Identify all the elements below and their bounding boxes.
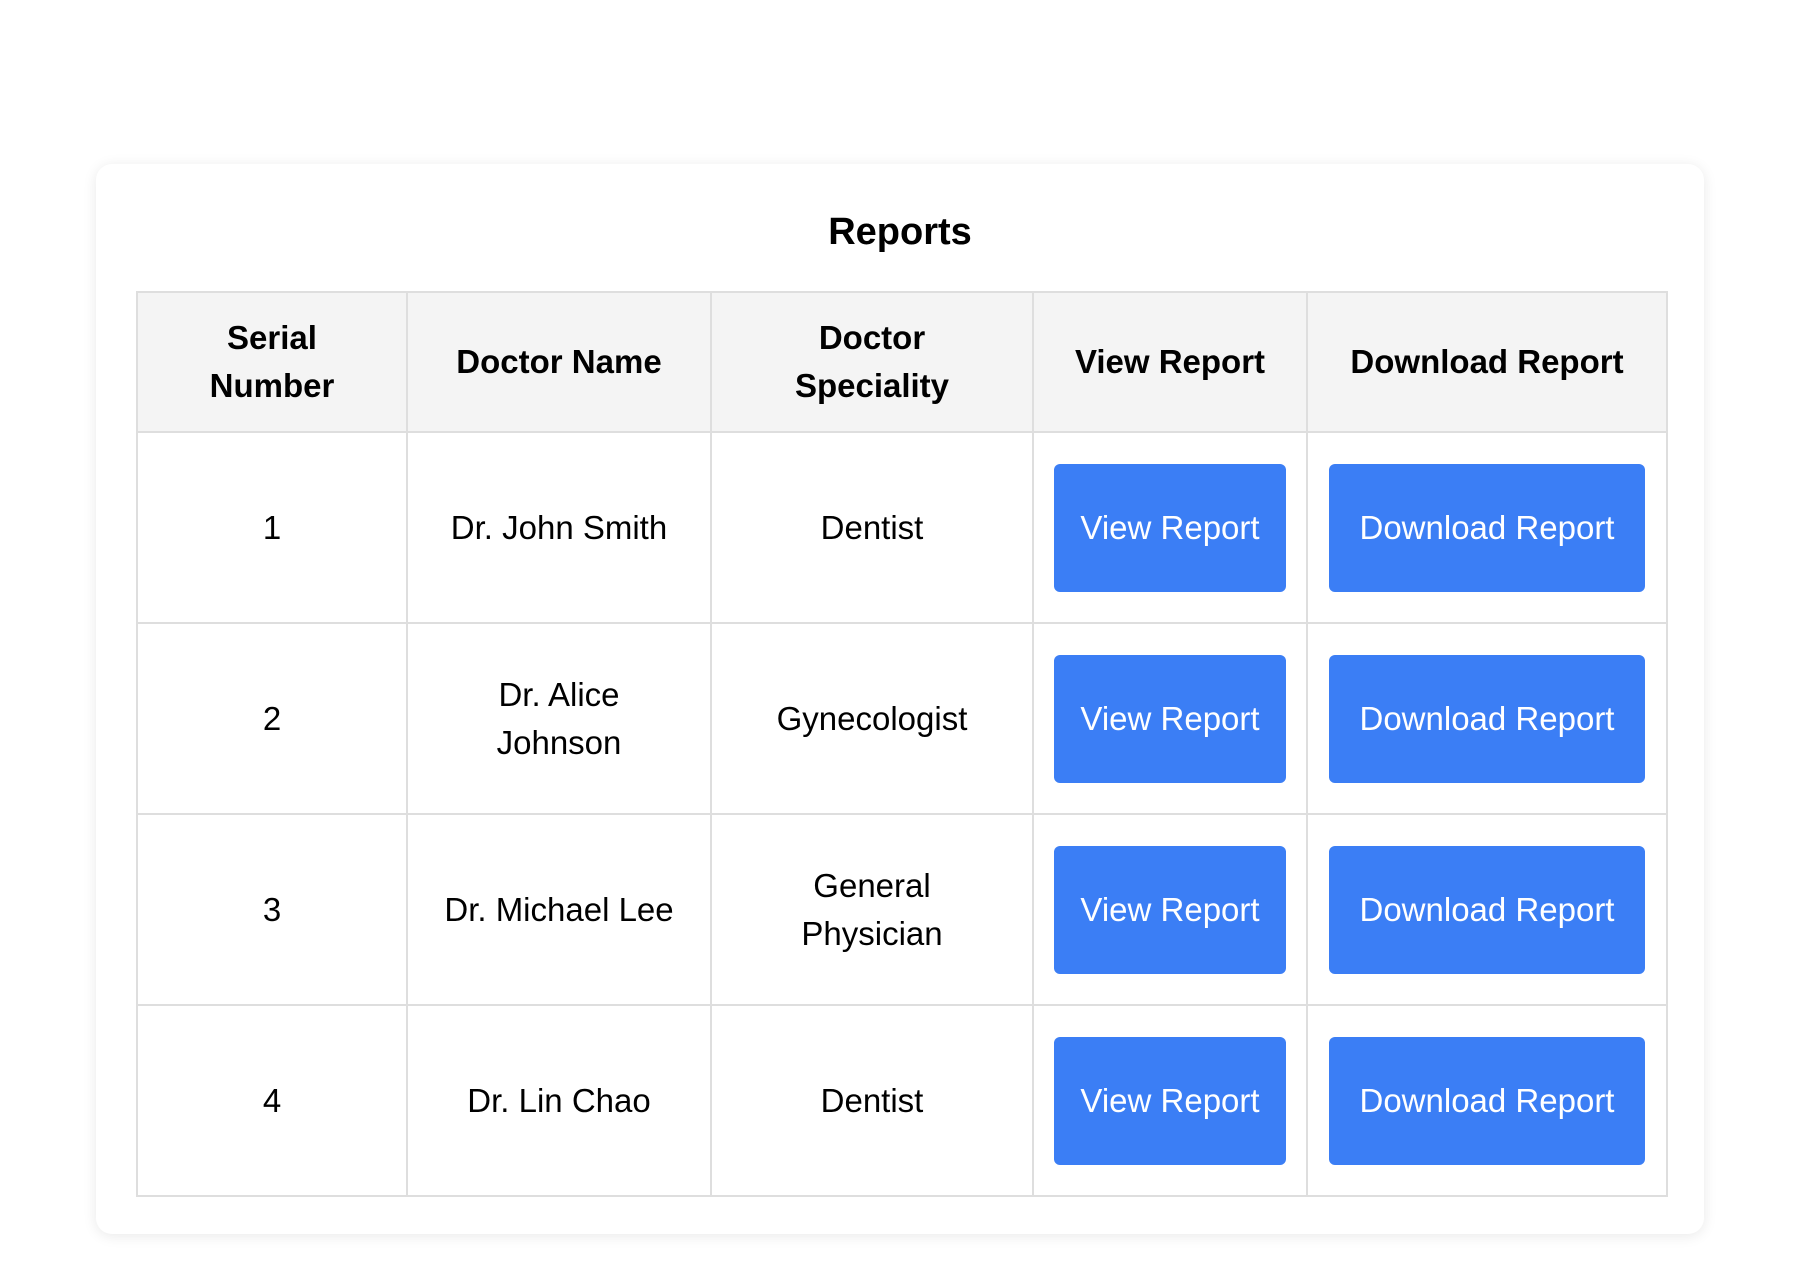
- view-report-button[interactable]: View Report: [1054, 1036, 1286, 1165]
- cell-doctor-name: Dr. Alice Johnson: [406, 622, 712, 815]
- cell-doctor-speciality: Dentist: [710, 1004, 1034, 1197]
- cell-view-report: View Report: [1032, 622, 1308, 815]
- header-view-report: View Report: [1032, 291, 1308, 433]
- cell-doctor-speciality: Dentist: [710, 431, 1034, 624]
- table-row: 4 Dr. Lin Chao Dentist View Report Downl…: [136, 1004, 1668, 1197]
- view-report-button[interactable]: View Report: [1054, 845, 1286, 974]
- cell-view-report: View Report: [1032, 431, 1308, 624]
- cell-serial-number: 3: [136, 813, 408, 1006]
- view-report-button[interactable]: View Report: [1054, 654, 1286, 783]
- table-row: 3 Dr. Michael Lee General Physician View…: [136, 813, 1668, 1006]
- cell-download-report: Download Report: [1306, 1004, 1668, 1197]
- cell-doctor-speciality: Gynecologist: [710, 622, 1034, 815]
- header-download-report: Download Report: [1306, 291, 1668, 433]
- cell-serial-number: 1: [136, 431, 408, 624]
- cell-view-report: View Report: [1032, 1004, 1308, 1197]
- download-report-button[interactable]: Download Report: [1329, 463, 1645, 592]
- cell-doctor-speciality: General Physician: [710, 813, 1034, 1006]
- table-row: 1 Dr. John Smith Dentist View Report Dow…: [136, 431, 1668, 624]
- cell-download-report: Download Report: [1306, 431, 1668, 624]
- table-row: 2 Dr. Alice Johnson Gynecologist View Re…: [136, 622, 1668, 815]
- cell-serial-number: 2: [136, 622, 408, 815]
- cell-download-report: Download Report: [1306, 813, 1668, 1006]
- cell-doctor-name: Dr. Michael Lee: [406, 813, 712, 1006]
- header-doctor-speciality: Doctor Speciality: [710, 291, 1034, 433]
- header-serial-number: Serial Number: [136, 291, 408, 433]
- view-report-button[interactable]: View Report: [1054, 463, 1286, 592]
- page-title: Reports: [828, 211, 972, 253]
- cell-doctor-name: Dr. Lin Chao: [406, 1004, 712, 1197]
- reports-card: Reports Serial Number Doctor Name Doctor…: [96, 164, 1704, 1234]
- cell-view-report: View Report: [1032, 813, 1308, 1006]
- download-report-button[interactable]: Download Report: [1329, 654, 1645, 783]
- cell-doctor-name: Dr. John Smith: [406, 431, 712, 624]
- table-header-row: Serial Number Doctor Name Doctor Special…: [136, 291, 1668, 433]
- cell-serial-number: 4: [136, 1004, 408, 1197]
- download-report-button[interactable]: Download Report: [1329, 845, 1645, 974]
- reports-table: Serial Number Doctor Name Doctor Special…: [136, 291, 1668, 1197]
- download-report-button[interactable]: Download Report: [1329, 1036, 1645, 1165]
- cell-download-report: Download Report: [1306, 622, 1668, 815]
- header-doctor-name: Doctor Name: [406, 291, 712, 433]
